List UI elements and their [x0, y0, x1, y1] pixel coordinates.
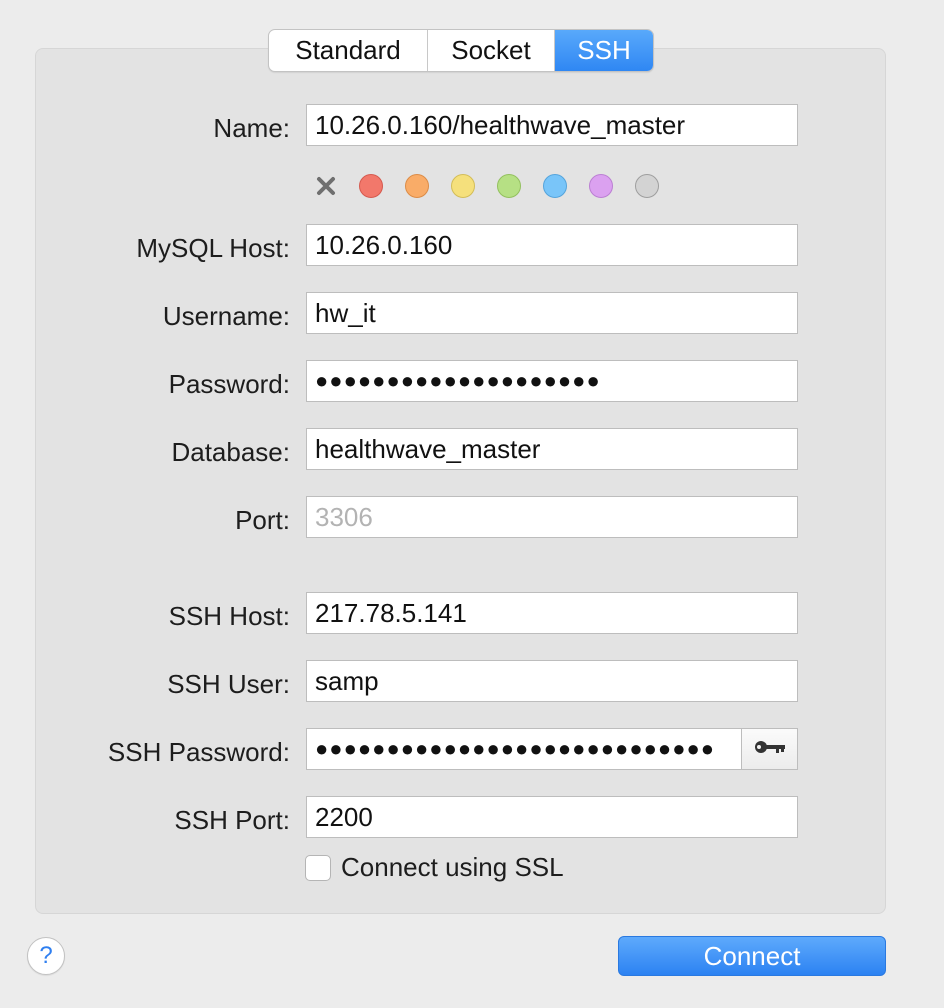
ssh-password-field[interactable]: ●●●●●●●●●●●●●●●●●●●●●●●●●●●●: [306, 728, 742, 770]
ssh-port-field[interactable]: 2200: [306, 796, 798, 838]
port-label: Port:: [235, 505, 290, 535]
help-icon: ?: [39, 942, 53, 969]
tab-standard[interactable]: Standard: [269, 30, 427, 71]
color-tag-picker: [313, 173, 681, 199]
ssl-checkbox-label[interactable]: Connect using SSL: [341, 852, 564, 883]
ssh-port-label: SSH Port:: [174, 805, 290, 835]
help-button[interactable]: ?: [27, 937, 65, 975]
tab-socket[interactable]: Socket: [427, 30, 554, 71]
ssh-key-button[interactable]: [741, 728, 798, 770]
clear-color-icon[interactable]: [313, 173, 339, 199]
ssh-host-field[interactable]: 217.78.5.141: [306, 592, 798, 634]
color-tag-gray[interactable]: [635, 174, 659, 198]
database-label: Database:: [171, 437, 290, 467]
username-label: Username:: [162, 301, 290, 331]
ssl-option: Connect using SSL: [305, 852, 564, 883]
tab-ssh[interactable]: SSH: [554, 30, 653, 71]
color-tag-purple[interactable]: [589, 174, 613, 198]
color-tag-green[interactable]: [497, 174, 521, 198]
color-tag-red[interactable]: [359, 174, 383, 198]
color-tag-blue[interactable]: [543, 174, 567, 198]
connection-type-tabs: Standard Socket SSH: [268, 29, 654, 72]
color-tag-orange[interactable]: [405, 174, 429, 198]
key-icon: [753, 739, 787, 760]
mysql-host-label: MySQL Host:: [136, 233, 290, 263]
database-field[interactable]: healthwave_master: [306, 428, 798, 470]
port-field[interactable]: 3306: [306, 496, 798, 538]
password-label: Password:: [168, 369, 290, 399]
username-field[interactable]: hw_it: [306, 292, 798, 334]
name-field[interactable]: 10.26.0.160/healthwave_master: [306, 104, 798, 146]
color-tag-yellow[interactable]: [451, 174, 475, 198]
connect-button[interactable]: Connect: [618, 936, 886, 976]
password-field[interactable]: ●●●●●●●●●●●●●●●●●●●●: [306, 360, 798, 402]
ssh-password-label: SSH Password:: [107, 737, 290, 767]
ssl-checkbox[interactable]: [305, 854, 331, 881]
name-label: Name:: [213, 113, 290, 143]
mysql-host-field[interactable]: 10.26.0.160: [306, 224, 798, 266]
ssh-host-label: SSH Host:: [168, 601, 290, 631]
ssh-user-field[interactable]: samp: [306, 660, 798, 702]
ssh-user-label: SSH User:: [167, 669, 290, 699]
